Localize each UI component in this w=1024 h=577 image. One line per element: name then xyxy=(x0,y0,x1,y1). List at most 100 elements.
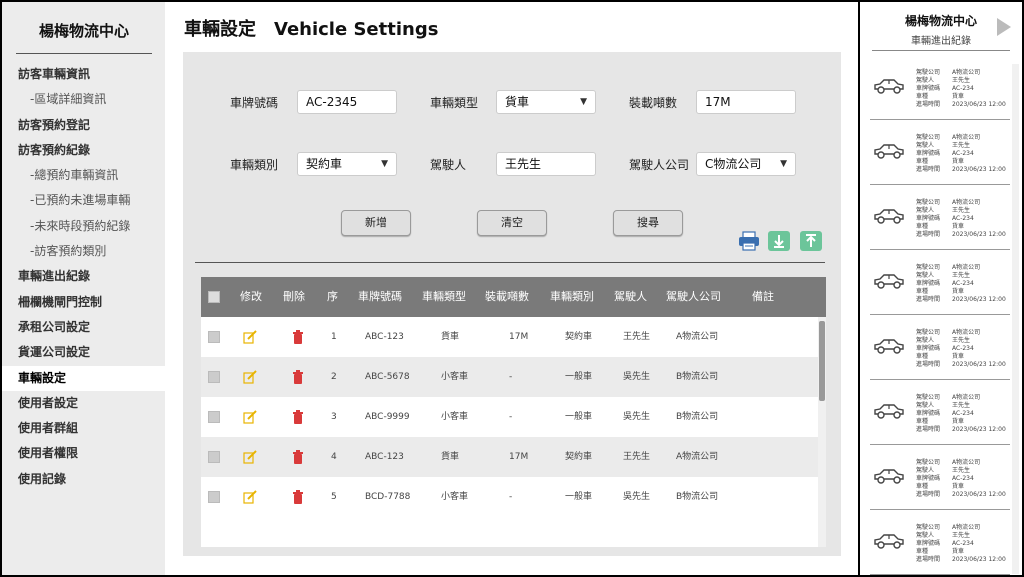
col-note[interactable]: 備註 xyxy=(752,277,774,317)
col-edit[interactable]: 修改 xyxy=(240,277,262,317)
col-plate[interactable]: 車牌號碼 xyxy=(358,277,402,317)
entry-log-value: 2023/06/23 12:00 xyxy=(952,101,1006,108)
entry-log-card[interactable]: 駕駛公司 A物流公司 駕駛人 王先生 車牌號碼 AC-234 車種 貨車 進場時間 2023/06… xyxy=(870,512,1010,575)
sidebar-item[interactable]: -未來時段預約紀錄 xyxy=(2,214,165,239)
entry-log-key: 車種 xyxy=(916,288,929,295)
entry-log-key: 駕駛公司 xyxy=(916,199,941,206)
table-row[interactable]: 3 ABC-9999 小客車 - 一般車 吳先生 B物流公司 xyxy=(201,397,818,437)
sidebar-item[interactable]: 使用記錄 xyxy=(2,467,165,492)
clear-button[interactable]: 清空 xyxy=(477,210,547,236)
entry-log-value: 2023/06/23 12:00 xyxy=(952,491,1006,498)
driver-input[interactable]: 王先生 xyxy=(496,152,596,176)
table-row[interactable]: 4 ABC-123 貨車 17M 契約車 王先生 A物流公司 xyxy=(201,437,818,477)
sidebar-item[interactable]: 車輛設定 xyxy=(2,365,165,391)
sidebar-item[interactable]: -區域詳細資訊 xyxy=(2,87,165,112)
entry-log-value: 貨車 xyxy=(952,353,965,360)
row-checkbox[interactable] xyxy=(208,331,220,343)
entry-log-key: 車種 xyxy=(916,548,929,555)
row-checkbox[interactable] xyxy=(208,371,220,383)
col-tonnage[interactable]: 裝載噸數 xyxy=(485,277,529,317)
cell-driver: 王先生 xyxy=(623,332,651,342)
entry-log-value: AC-234 xyxy=(952,540,974,547)
edit-icon[interactable] xyxy=(243,330,257,344)
sidebar-item[interactable]: -已預約未進場車輛 xyxy=(2,188,165,213)
col-company[interactable]: 駕駛人公司 xyxy=(666,277,721,317)
select-all-checkbox[interactable] xyxy=(208,291,220,303)
entry-log-card[interactable]: 駕駛公司 A物流公司 駕駛人 王先生 車牌號碼 AC-234 車種 貨車 進場時間 2023/06… xyxy=(870,187,1010,250)
sidebar: 楊梅物流中心 訪客車輛資訊 -區域詳細資訊 訪客預約登記 訪客預約紀錄 -總預約車輛資訊… xyxy=(2,2,165,575)
search-button[interactable]: 搜尋 xyxy=(613,210,683,236)
entry-log-value: 2023/06/23 12:00 xyxy=(952,426,1006,433)
printer-icon[interactable] xyxy=(737,231,759,251)
cell-plate: ABC-123 xyxy=(365,332,404,342)
entry-log-scrollbar[interactable] xyxy=(1012,64,1019,574)
entry-log-key: 進場時間 xyxy=(916,556,941,563)
col-type[interactable]: 車輛類型 xyxy=(422,277,466,317)
table-row[interactable]: 1 ABC-123 貨車 17M 契約車 王先生 A物流公司 xyxy=(201,317,818,357)
cell-company: A物流公司 xyxy=(676,452,719,462)
sidebar-item[interactable]: 訪客預約登記 xyxy=(2,113,165,138)
plate-input[interactable]: AC-2345 xyxy=(297,90,397,114)
category-select[interactable]: 契約車 ▼ xyxy=(297,152,397,176)
sidebar-item[interactable]: 承租公司設定 xyxy=(2,315,165,340)
edit-icon[interactable] xyxy=(243,450,257,464)
entry-log-value: 2023/06/23 12:00 xyxy=(952,231,1006,238)
edit-icon[interactable] xyxy=(243,410,257,424)
sidebar-item[interactable]: -訪客預約類別 xyxy=(2,239,165,264)
sidebar-item[interactable]: 使用者設定 xyxy=(2,391,165,416)
entry-log-value: 王先生 xyxy=(952,77,971,84)
vehicle-type-select[interactable]: 貨車 ▼ xyxy=(496,90,596,114)
entry-log-value: A物流公司 xyxy=(952,69,981,76)
table-row[interactable]: 5 BCD-7788 小客車 - 一般車 吳先生 B物流公司 xyxy=(201,477,818,517)
col-driver[interactable]: 駕駛人 xyxy=(614,277,647,317)
sidebar-item[interactable]: 使用者權限 xyxy=(2,441,165,466)
col-delete[interactable]: 刪除 xyxy=(283,277,305,317)
sidebar-item[interactable]: 訪客車輛資訊 xyxy=(2,62,165,87)
entry-log-card[interactable]: 駕駛公司 A物流公司 駕駛人 王先生 車牌號碼 AC-234 車種 貨車 進場時間 2023/06… xyxy=(870,447,1010,510)
driver-company-select[interactable]: C物流公司 ▼ xyxy=(696,152,796,176)
sidebar-item[interactable]: 柵欄機閘門控制 xyxy=(2,290,165,315)
entry-log-card[interactable]: 駕駛公司 A物流公司 駕駛人 王先生 車牌號碼 AC-234 車種 貨車 進場時間 2023/06… xyxy=(870,382,1010,445)
cell-plate: ABC-123 xyxy=(365,452,404,462)
trash-icon[interactable] xyxy=(292,330,304,344)
download-icon[interactable] xyxy=(768,231,790,251)
entry-log-card[interactable]: 駕駛公司 A物流公司 駕駛人 王先生 車牌號碼 AC-234 車種 貨車 進場時間 2023/06… xyxy=(870,317,1010,380)
trash-icon[interactable] xyxy=(292,450,304,464)
cell-company: A物流公司 xyxy=(676,332,719,342)
sidebar-item[interactable]: 車輛進出紀錄 xyxy=(2,264,165,289)
trash-icon[interactable] xyxy=(292,370,304,384)
dropdown-arrow-icon: ▼ xyxy=(580,97,587,107)
main-content: 車輛設定 Vehicle Settings 車牌號碼 AC-2345 車輛類型 貨… xyxy=(165,2,858,575)
row-checkbox[interactable] xyxy=(208,411,220,423)
table-scrollbar[interactable] xyxy=(818,317,826,547)
entry-log-card[interactable]: 駕駛公司 A物流公司 駕駛人 王先生 車牌號碼 AC-234 車種 貨車 進場時間 2023/06… xyxy=(870,252,1010,315)
row-checkbox[interactable] xyxy=(208,451,220,463)
trash-icon[interactable] xyxy=(292,410,304,424)
entry-log-value: 貨車 xyxy=(952,158,965,165)
entry-log-value: A物流公司 xyxy=(952,329,981,336)
play-arrow-icon[interactable] xyxy=(997,18,1011,36)
cell-tonnage: 17M xyxy=(509,452,529,462)
sidebar-item[interactable]: 訪客預約紀錄 xyxy=(2,138,165,163)
entry-log-key: 駕駛公司 xyxy=(916,394,941,401)
edit-icon[interactable] xyxy=(243,490,257,504)
vehicle-type-value: 貨車 xyxy=(505,95,530,109)
entry-log-value: 2023/06/23 12:00 xyxy=(952,361,1006,368)
tonnage-input[interactable]: 17M xyxy=(696,90,796,114)
upload-icon[interactable] xyxy=(800,231,822,251)
entry-log-card[interactable]: 駕駛公司 A物流公司 駕駛人 王先生 車牌號碼 AC-234 車種 貨車 進場時間 2023/06… xyxy=(870,57,1010,120)
entry-log-card[interactable]: 駕駛公司 A物流公司 駕駛人 王先生 車牌號碼 AC-234 車種 貨車 進場時間 2023/06… xyxy=(870,122,1010,185)
trash-icon[interactable] xyxy=(292,490,304,504)
table-row[interactable]: 2 ABC-5678 小客車 - 一般車 吳先生 B物流公司 xyxy=(201,357,818,397)
sidebar-item[interactable]: 貨運公司設定 xyxy=(2,340,165,365)
sidebar-item[interactable]: 使用者群組 xyxy=(2,416,165,441)
entry-log-key: 車牌號碼 xyxy=(916,410,941,417)
sidebar-item[interactable]: -總預約車輛資訊 xyxy=(2,163,165,188)
add-button[interactable]: 新增 xyxy=(341,210,411,236)
table-scrollbar-thumb[interactable] xyxy=(819,321,825,401)
cell-type: 小客車 xyxy=(441,492,469,502)
col-seq[interactable]: 序 xyxy=(327,277,338,317)
edit-icon[interactable] xyxy=(243,370,257,384)
row-checkbox[interactable] xyxy=(208,491,220,503)
col-category[interactable]: 車輛類別 xyxy=(550,277,594,317)
